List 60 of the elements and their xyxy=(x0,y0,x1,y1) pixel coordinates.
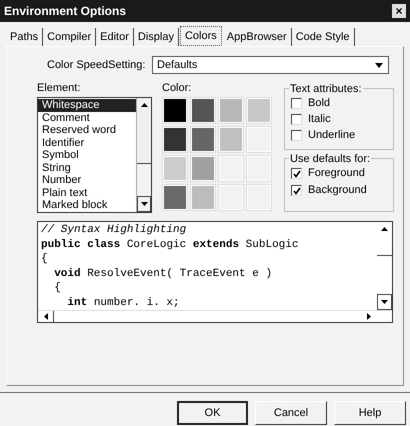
list-item[interactable]: Marked block xyxy=(38,199,136,212)
code-line: { xyxy=(41,252,49,266)
scroll-up-icon[interactable] xyxy=(381,227,388,231)
color-swatch[interactable] xyxy=(247,185,271,210)
code-line: void ResolveEvent( TraceEvent e ) xyxy=(53,266,274,281)
color-swatch[interactable] xyxy=(219,127,243,152)
checkbox-option[interactable]: Italic xyxy=(291,113,393,126)
scroll-up-icon[interactable] xyxy=(140,103,148,107)
window-title: Environment Options xyxy=(4,3,126,20)
color-swatch[interactable] xyxy=(247,156,271,181)
code-line: public class CoreLogic extends SubLogic xyxy=(41,238,300,252)
checkbox[interactable] xyxy=(291,114,302,125)
color-swatch[interactable] xyxy=(163,127,187,152)
scroll-down-icon[interactable] xyxy=(140,202,148,206)
list-item[interactable]: Comment xyxy=(38,112,136,124)
list-item[interactable]: Whitespace xyxy=(38,99,136,112)
color-swatch[interactable] xyxy=(191,156,215,181)
color-swatch[interactable] xyxy=(163,98,187,123)
color-swatch[interactable] xyxy=(163,185,187,210)
checkbox[interactable] xyxy=(291,98,302,109)
element-label: Element: xyxy=(37,82,82,95)
horizontal-scrollbar[interactable] xyxy=(38,310,392,322)
list-item[interactable]: Symbol xyxy=(38,149,136,162)
checkbox[interactable] xyxy=(291,130,302,141)
dialog-button[interactable]: OK xyxy=(177,401,248,425)
color-swatch[interactable] xyxy=(191,127,215,152)
checkbox[interactable] xyxy=(291,185,302,196)
checkbox-option[interactable]: Foreground xyxy=(291,167,393,180)
code-line: int number. i. x; xyxy=(66,296,181,310)
list-item[interactable]: Identifier xyxy=(38,136,136,149)
speed-setting-label: Color SpeedSetting: xyxy=(47,58,146,73)
color-label: Color: xyxy=(162,82,192,95)
color-swatch[interactable] xyxy=(219,156,243,181)
list-item[interactable]: String xyxy=(38,162,136,174)
color-swatch[interactable] xyxy=(191,98,215,123)
checkbox-option[interactable]: Bold xyxy=(291,97,393,110)
checkbox-option[interactable]: Background xyxy=(291,184,393,197)
color-swatch[interactable] xyxy=(247,127,271,152)
color-swatch[interactable] xyxy=(247,98,271,123)
scroll-down-icon[interactable] xyxy=(381,300,388,304)
list-item[interactable]: Reserved word xyxy=(38,124,136,136)
dialog-button[interactable]: Cancel xyxy=(255,401,327,425)
color-swatch[interactable] xyxy=(219,185,243,210)
checkbox[interactable] xyxy=(291,168,302,179)
scroll-right-icon[interactable] xyxy=(367,313,371,320)
list-scrollbar[interactable] xyxy=(136,98,151,212)
list-item[interactable]: Plain text xyxy=(38,186,136,199)
tab[interactable]: Colors xyxy=(180,26,222,46)
color-swatch[interactable] xyxy=(219,98,243,123)
color-swatch[interactable] xyxy=(163,156,187,181)
speed-setting-dropdown[interactable]: Defaults xyxy=(152,56,389,74)
code-line: { xyxy=(53,281,62,296)
color-swatch[interactable] xyxy=(191,185,215,210)
dialog-button[interactable]: Help xyxy=(334,401,406,425)
close-button[interactable]: × xyxy=(392,4,406,18)
code-comment: // Syntax Highlighting xyxy=(41,223,188,238)
list-item[interactable]: Number xyxy=(38,174,136,186)
checkbox-option[interactable]: Underline xyxy=(291,129,393,142)
dropdown-value: Defaults xyxy=(157,58,198,73)
scroll-left-icon[interactable] xyxy=(44,313,48,320)
